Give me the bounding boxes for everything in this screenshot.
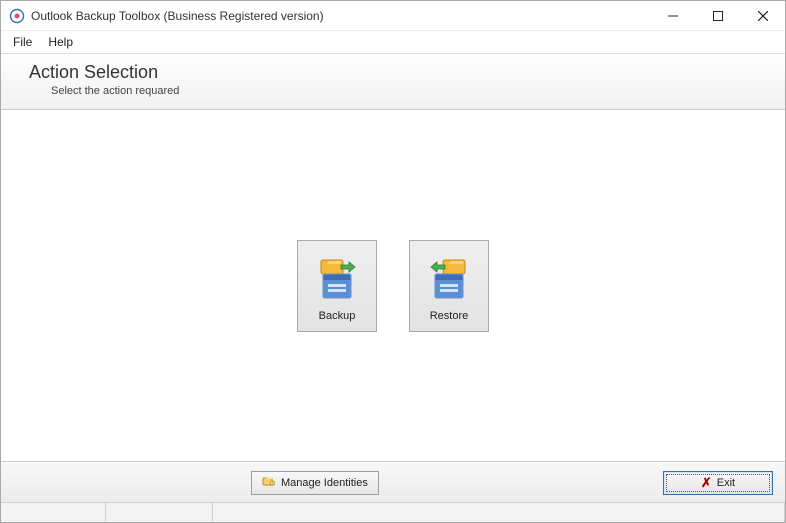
window-title: Outlook Backup Toolbox (Business Registe… (31, 9, 324, 23)
restore-icon (425, 256, 473, 304)
exit-button[interactable]: ✗ Exit (663, 471, 773, 495)
exit-icon: ✗ (701, 475, 712, 491)
exit-label: Exit (717, 477, 735, 489)
menu-file[interactable]: File (5, 33, 40, 51)
footer: Manage Identities ✗ Exit (1, 462, 785, 502)
restore-label: Restore (430, 310, 469, 322)
minimize-button[interactable] (650, 1, 695, 30)
manage-identities-button[interactable]: Manage Identities (251, 471, 379, 495)
app-icon (9, 8, 25, 24)
identities-icon (262, 475, 276, 490)
backup-label: Backup (319, 310, 356, 322)
header-panel: Action Selection Select the action requa… (1, 53, 785, 110)
backup-icon (313, 256, 361, 304)
menu-help[interactable]: Help (40, 33, 81, 51)
status-cell (1, 503, 106, 522)
page-title: Action Selection (29, 62, 769, 83)
restore-button[interactable]: Restore (409, 240, 489, 332)
maximize-button[interactable] (695, 1, 740, 30)
status-cell (106, 503, 213, 522)
backup-button[interactable]: Backup (297, 240, 377, 332)
main-area: Backup Restore (1, 110, 785, 462)
titlebar: Outlook Backup Toolbox (Business Registe… (1, 1, 785, 31)
statusbar (1, 502, 785, 522)
status-cell (213, 503, 785, 522)
window-controls (650, 1, 785, 30)
page-subtitle: Select the action requared (51, 85, 769, 97)
manage-identities-label: Manage Identities (281, 477, 368, 489)
close-button[interactable] (740, 1, 785, 30)
menubar: File Help (1, 31, 785, 53)
